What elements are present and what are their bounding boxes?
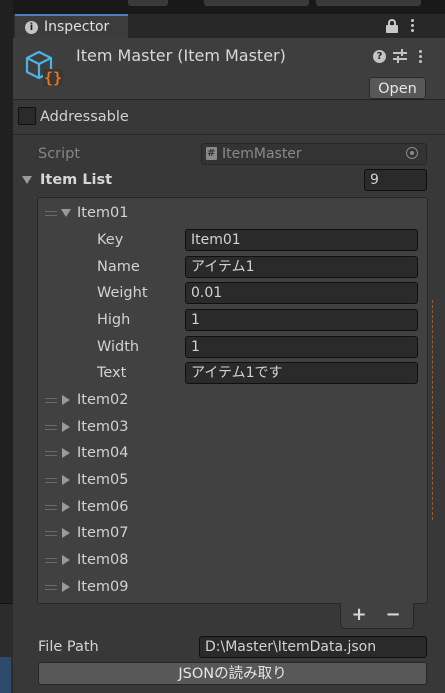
- addressable-checkbox[interactable]: [18, 107, 36, 125]
- text-label: Text: [97, 365, 127, 381]
- drag-handle-icon[interactable]: [45, 451, 57, 456]
- item01-label: Item01: [77, 205, 129, 221]
- remove-element-button[interactable]: −: [384, 604, 402, 626]
- drag-handle-icon[interactable]: [45, 505, 57, 510]
- drag-handle-icon[interactable]: [45, 558, 57, 563]
- item01-foldout-arrow-icon[interactable]: [61, 209, 71, 217]
- preset-icon[interactable]: [393, 49, 407, 63]
- width-label: Width: [97, 339, 140, 355]
- item04-foldout-arrow-icon[interactable]: [62, 448, 70, 458]
- file-path-value: D:\Master\ItemData.json: [205, 639, 377, 655]
- help-icon[interactable]: ?: [373, 50, 386, 63]
- tab-title: Inspector: [44, 19, 110, 35]
- file-path-label: File Path: [38, 639, 99, 655]
- script-label: Script: [38, 146, 81, 162]
- item-list-label: Item List: [40, 172, 113, 188]
- weight-field-value: 0.01: [191, 285, 223, 301]
- target-icon[interactable]: [406, 147, 418, 159]
- info-icon: i: [25, 21, 38, 34]
- list-item[interactable]: Item07: [77, 524, 128, 542]
- toolbar-dropdown-2: [316, 0, 421, 6]
- item02-foldout-arrow-icon[interactable]: [62, 395, 70, 405]
- name-field-value: アイテム1: [191, 259, 255, 275]
- list-item[interactable]: Item03: [77, 418, 128, 436]
- item-list-count: 9: [370, 172, 379, 188]
- item09-foldout-arrow-icon[interactable]: [62, 582, 70, 592]
- item-list-count-field[interactable]: 9: [364, 169, 427, 191]
- script-asset-icon: {}: [24, 48, 66, 90]
- load-json-button-label: JSONの読み取り: [178, 666, 287, 682]
- file-path-field[interactable]: D:\Master\ItemData.json: [199, 636, 427, 658]
- header-kebab-icon[interactable]: [417, 49, 425, 65]
- drag-handle-icon[interactable]: [45, 398, 57, 403]
- name-label: Name: [97, 259, 140, 275]
- key-field[interactable]: Item01: [185, 229, 418, 251]
- high-field[interactable]: 1: [185, 309, 418, 331]
- right-edge-line: [432, 300, 434, 520]
- item05-foldout-arrow-icon[interactable]: [62, 475, 70, 485]
- header-title: Item Master (Item Master): [76, 46, 286, 65]
- toolbar-dropdown-1: [204, 0, 309, 6]
- item03-foldout-arrow-icon[interactable]: [62, 422, 70, 432]
- add-element-button[interactable]: +: [350, 604, 368, 626]
- kebab-menu-icon[interactable]: [408, 18, 418, 34]
- text-field-value: アイテム1です: [191, 365, 283, 381]
- open-button-label: Open: [378, 81, 417, 97]
- list-item[interactable]: Item06: [77, 498, 128, 516]
- drag-handle-icon[interactable]: [45, 531, 57, 536]
- text-field[interactable]: アイテム1です: [185, 362, 418, 384]
- key-field-value: Item01: [191, 232, 241, 248]
- width-field[interactable]: 1: [185, 336, 418, 358]
- key-label: Key: [97, 232, 124, 248]
- script-field: ItemMaster: [201, 143, 427, 165]
- width-field-value: 1: [191, 339, 200, 355]
- list-item[interactable]: Item09: [77, 578, 128, 596]
- open-button[interactable]: Open: [369, 77, 426, 99]
- load-json-button[interactable]: JSONの読み取り: [38, 662, 427, 685]
- svg-text:{}: {}: [44, 69, 62, 87]
- item-list-foldout-arrow-icon[interactable]: [22, 176, 32, 184]
- weight-field[interactable]: 0.01: [185, 282, 418, 304]
- left-window-blue-accent: [0, 657, 11, 693]
- list-item[interactable]: Item02: [77, 391, 128, 409]
- divider: [13, 134, 445, 135]
- item07-foldout-arrow-icon[interactable]: [62, 528, 70, 538]
- name-field[interactable]: アイテム1: [185, 256, 418, 278]
- lock-icon[interactable]: [386, 19, 398, 33]
- script-field-value: ItemMaster: [222, 146, 302, 162]
- weight-label: Weight: [97, 285, 148, 301]
- toolbar-button-1: [128, 0, 168, 6]
- item08-foldout-arrow-icon[interactable]: [62, 555, 70, 565]
- drag-handle-icon[interactable]: [45, 211, 57, 216]
- drag-handle-icon[interactable]: [45, 585, 57, 590]
- tab-inspector[interactable]: i Inspector: [15, 14, 128, 38]
- drag-handle-icon[interactable]: [45, 478, 57, 483]
- drag-handle-icon[interactable]: [45, 425, 57, 430]
- high-label: High: [97, 312, 131, 328]
- high-field-value: 1: [191, 312, 200, 328]
- addressable-label: Addressable: [40, 109, 129, 125]
- list-item[interactable]: Item08: [77, 551, 128, 569]
- list-item[interactable]: Item05: [77, 471, 128, 489]
- list-item[interactable]: Item04: [77, 444, 128, 462]
- item06-foldout-arrow-icon[interactable]: [62, 502, 70, 512]
- left-window-edge: [0, 0, 13, 693]
- script-file-hash: #: [207, 148, 216, 159]
